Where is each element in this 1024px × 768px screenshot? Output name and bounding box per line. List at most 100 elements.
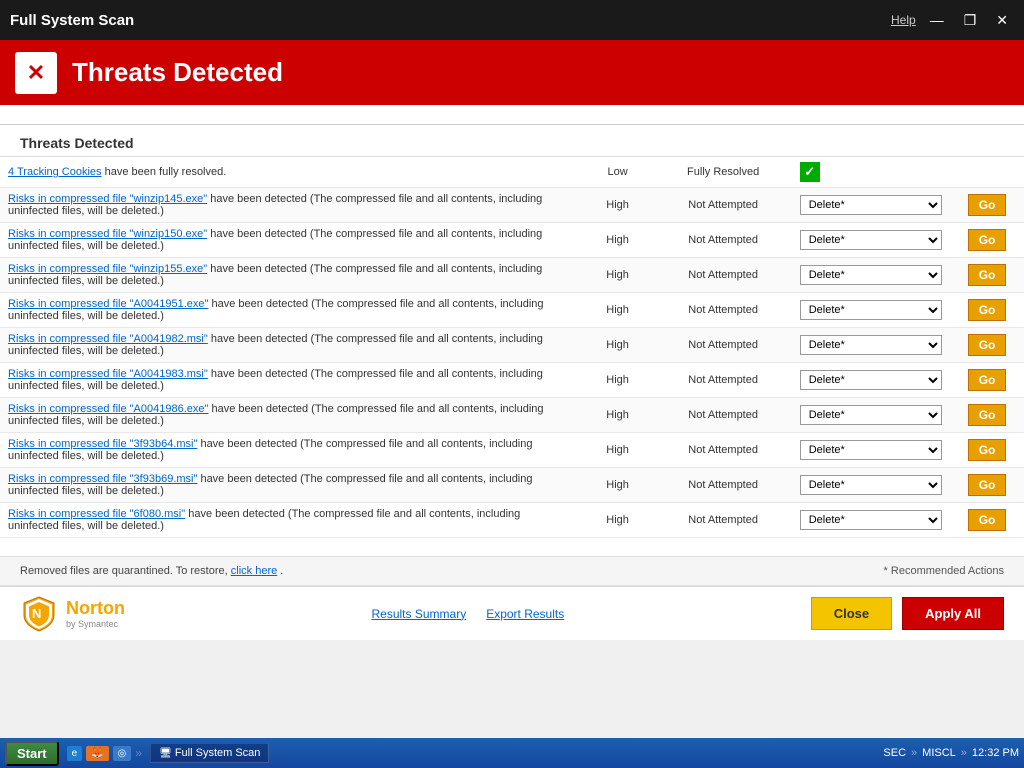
action-select[interactable]: Delete* (801, 231, 941, 249)
go-button[interactable]: Go (968, 264, 1007, 286)
main-content: Threats Detected 4 Tracking Cookies have… (0, 125, 1024, 585)
threat-description: Risks in compressed file "A0041986.exe" … (0, 398, 581, 433)
help-link[interactable]: Help (891, 13, 916, 27)
action-select[interactable]: Delete* (801, 511, 941, 529)
threat-link[interactable]: Risks in compressed file "A0041983.msi" (8, 368, 208, 380)
close-button[interactable]: Close (811, 597, 892, 630)
threat-link[interactable]: 4 Tracking Cookies (8, 166, 102, 178)
go-button[interactable]: Go (968, 369, 1007, 391)
threat-severity: High (581, 293, 655, 328)
go-button[interactable]: Go (968, 334, 1007, 356)
threats-x-icon: ✕ (15, 52, 57, 94)
threat-description: Risks in compressed file "A0041951.exe" … (0, 293, 581, 328)
close-window-button[interactable]: ✕ (990, 10, 1014, 31)
bottom-links: Results Summary Export Results (372, 607, 565, 621)
action-dropdown[interactable]: Delete* (800, 230, 942, 250)
start-button[interactable]: Start (5, 741, 59, 766)
bottom-bar: N Norton by Symantec Results Summary Exp… (0, 585, 1024, 640)
threat-status: Not Attempted (655, 398, 792, 433)
restore-button[interactable]: ❐ (958, 10, 983, 31)
threat-link[interactable]: Risks in compressed file "A0041982.msi" (8, 333, 208, 345)
quarantine-link[interactable]: click here (231, 565, 277, 577)
threat-action-cell: ✓ (792, 157, 950, 188)
action-select[interactable]: Delete* (801, 441, 941, 459)
threat-action-cell: Delete* (792, 258, 950, 293)
action-dropdown[interactable]: Delete* (800, 510, 942, 530)
firefox-icon[interactable]: 🦊 (86, 746, 108, 761)
action-dropdown[interactable]: Delete* (800, 370, 942, 390)
threat-link[interactable]: Risks in compressed file "winzip155.exe" (8, 263, 207, 275)
action-dropdown[interactable]: Delete* (800, 440, 942, 460)
go-button[interactable]: Go (968, 404, 1007, 426)
export-results-link[interactable]: Export Results (486, 607, 564, 621)
action-select[interactable]: Delete* (801, 336, 941, 354)
threat-action-cell: Delete* (792, 188, 950, 223)
action-dropdown[interactable]: Delete* (800, 475, 942, 495)
taskbar-window-icon: 🖥 (159, 748, 172, 759)
threat-go-cell: Go (950, 503, 1024, 538)
go-button[interactable]: Go (968, 299, 1007, 321)
threat-status: Not Attempted (655, 258, 792, 293)
norton-brand-text: Norton (66, 598, 125, 619)
action-select[interactable]: Delete* (801, 371, 941, 389)
table-row: Risks in compressed file "A0041986.exe" … (0, 398, 1024, 433)
threat-action-cell: Delete* (792, 363, 950, 398)
action-dropdown[interactable]: Delete* (800, 265, 942, 285)
go-button[interactable]: Go (968, 474, 1007, 496)
action-select[interactable]: Delete* (801, 406, 941, 424)
norton-shield-icon: N (20, 595, 58, 633)
minimize-button[interactable]: — (924, 10, 950, 30)
threat-link[interactable]: Risks in compressed file "3f93b69.msi" (8, 473, 197, 485)
action-dropdown[interactable]: Delete* (800, 300, 942, 320)
action-select[interactable]: Delete* (801, 301, 941, 319)
threat-status: Not Attempted (655, 328, 792, 363)
title-bar: Full System Scan Help — ❐ ✕ (0, 0, 1024, 40)
threats-table-area[interactable]: 4 Tracking Cookies have been fully resol… (0, 157, 1024, 556)
action-dropdown[interactable]: Delete* (800, 335, 942, 355)
threat-go-cell: Go (950, 258, 1024, 293)
go-button[interactable]: Go (968, 439, 1007, 461)
action-select[interactable]: Delete* (801, 196, 941, 214)
apply-all-button[interactable]: Apply All (902, 597, 1004, 630)
ie-icon[interactable]: e (67, 746, 83, 761)
threat-go-cell: Go (950, 293, 1024, 328)
browser2-icon[interactable]: ◎ (113, 746, 132, 761)
threats-banner-title: Threats Detected (72, 57, 283, 88)
threat-severity: High (581, 398, 655, 433)
table-row: Risks in compressed file "3f93b69.msi" h… (0, 468, 1024, 503)
action-dropdown[interactable]: Delete* (800, 405, 942, 425)
threat-status: Not Attempted (655, 363, 792, 398)
go-button[interactable]: Go (968, 194, 1007, 216)
threat-link[interactable]: Risks in compressed file "6f080.msi" (8, 508, 185, 520)
threat-description: Risks in compressed file "3f93b64.msi" h… (0, 433, 581, 468)
taskbar-quick-launch: e 🦊 ◎ » (67, 746, 142, 761)
threat-description: Risks in compressed file "6f080.msi" hav… (0, 503, 581, 538)
norton-sub-text: by Symantec (66, 619, 125, 629)
threat-action-cell: Delete* (792, 223, 950, 258)
threat-description: Risks in compressed file "3f93b69.msi" h… (0, 468, 581, 503)
threat-link[interactable]: Risks in compressed file "winzip145.exe" (8, 193, 207, 205)
quarantine-text: Removed files are quarantined. To restor… (20, 565, 228, 577)
threat-link[interactable]: Risks in compressed file "A0041986.exe" (8, 403, 208, 415)
action-dropdown[interactable]: Delete* (800, 195, 942, 215)
go-button[interactable]: Go (968, 509, 1007, 531)
threat-description: Risks in compressed file "winzip150.exe"… (0, 223, 581, 258)
threat-severity: High (581, 363, 655, 398)
tray-time: 12:32 PM (972, 747, 1019, 759)
threat-description: Risks in compressed file "winzip145.exe"… (0, 188, 581, 223)
taskbar-active-window[interactable]: 🖥 Full System Scan (150, 743, 269, 763)
threats-banner: ✕ Threats Detected (0, 40, 1024, 105)
threat-go-cell: Go (950, 398, 1024, 433)
threat-description: Risks in compressed file "A0041982.msi" … (0, 328, 581, 363)
results-summary-link[interactable]: Results Summary (372, 607, 467, 621)
threat-link[interactable]: Risks in compressed file "A0041951.exe" (8, 298, 208, 310)
go-button[interactable]: Go (968, 229, 1007, 251)
table-row: Risks in compressed file "winzip150.exe"… (0, 223, 1024, 258)
threat-link[interactable]: Risks in compressed file "3f93b64.msi" (8, 438, 197, 450)
resolved-checkmark: ✓ (800, 162, 820, 182)
action-select[interactable]: Delete* (801, 476, 941, 494)
threat-go-cell: Go (950, 468, 1024, 503)
action-select[interactable]: Delete* (801, 266, 941, 284)
threat-link[interactable]: Risks in compressed file "winzip150.exe" (8, 228, 207, 240)
svg-text:N: N (32, 606, 41, 621)
